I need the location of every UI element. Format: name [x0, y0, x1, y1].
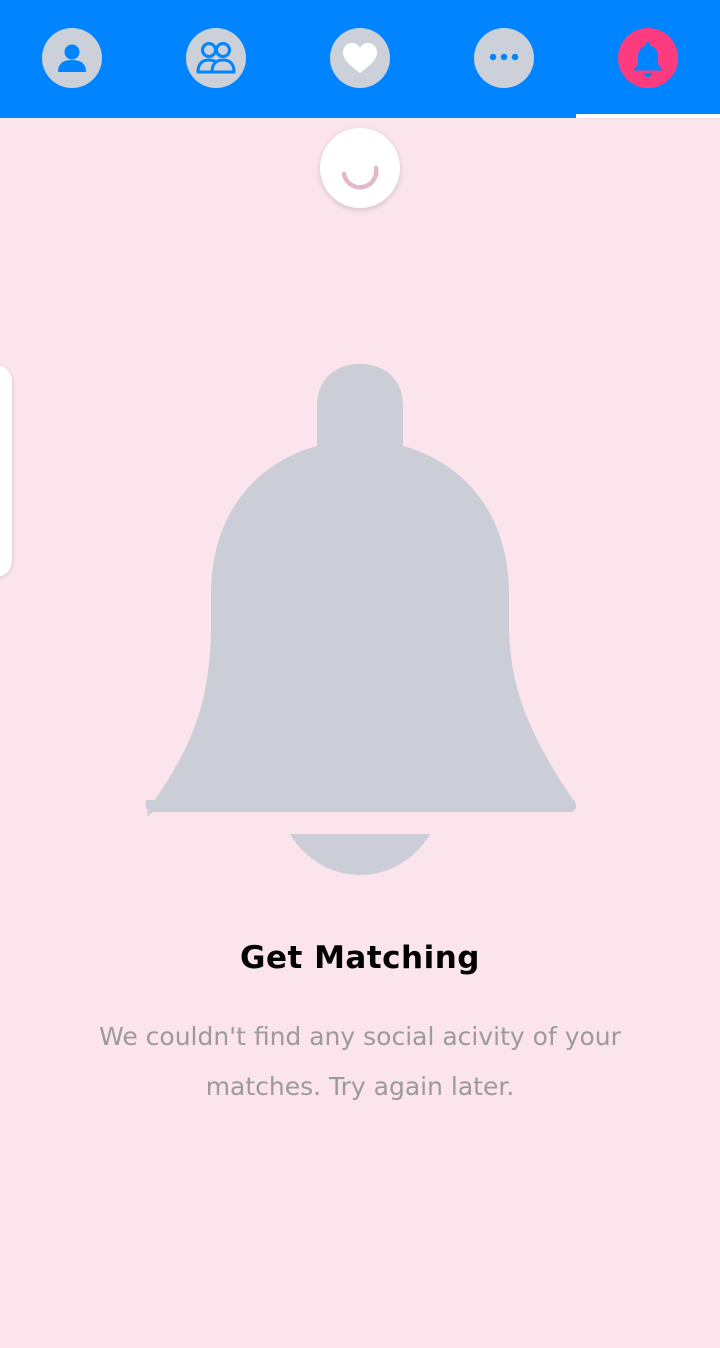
spinner-icon — [341, 165, 379, 190]
tab-likes[interactable] — [288, 0, 432, 118]
top-navigation-bar — [0, 0, 720, 118]
bell-icon — [145, 364, 577, 875]
empty-state-message: We couldn't find any social acivity of y… — [99, 1022, 621, 1101]
tab-profile[interactable] — [0, 0, 144, 118]
profile-icon — [42, 28, 102, 88]
active-tab-indicator — [576, 114, 720, 118]
tab-matches-group[interactable] — [144, 0, 288, 118]
chat-icon — [474, 28, 534, 88]
loading-spinner — [320, 128, 400, 208]
heart-icon — [330, 28, 390, 88]
empty-state-title: Get Matching — [240, 940, 480, 976]
tab-notifications[interactable] — [576, 0, 720, 118]
group-icon — [186, 28, 246, 88]
tab-messages[interactable] — [432, 0, 576, 118]
side-drawer-handle[interactable] — [0, 365, 12, 577]
bell-icon — [618, 28, 678, 88]
